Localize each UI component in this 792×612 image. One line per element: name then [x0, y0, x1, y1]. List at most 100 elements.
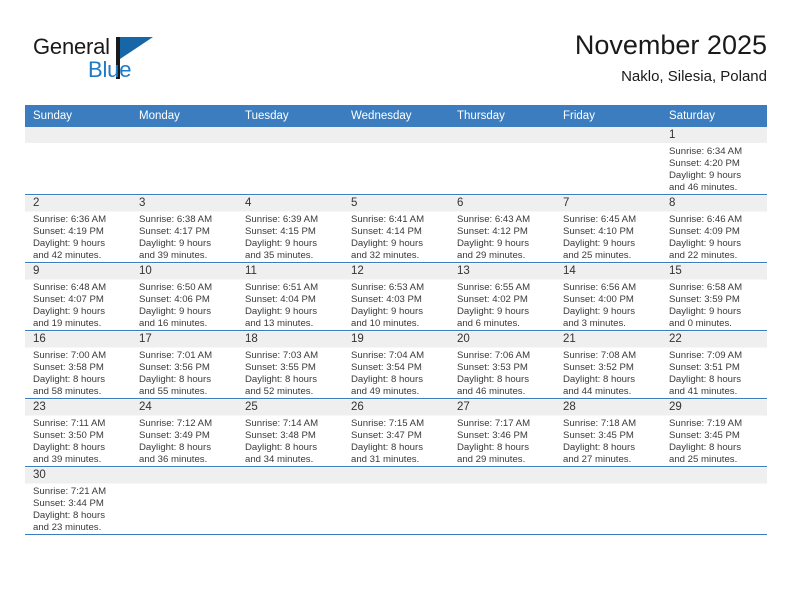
calendar-day-cell[interactable]: 24 Sunrise: 7:12 AM Sunset: 3:49 PM Dayligh… — [131, 398, 237, 467]
calendar-day-cell[interactable]: 16 Sunrise: 7:00 AM Sunset: 3:58 PM Dayligh… — [25, 330, 131, 399]
day-details: Sunrise: 7:08 AM Sunset: 3:52 PM Daylight:… — [555, 347, 661, 398]
calendar-day-cell[interactable]: 26 Sunrise: 7:15 AM Sunset: 3:47 PM Dayligh… — [343, 398, 449, 467]
calendar-day-cell[interactable]: 1 Sunrise: 6:34 AM Sunset: 4:20 PM Daylight… — [661, 127, 767, 195]
day-detail-line: Daylight: 8 hours — [33, 510, 105, 521]
day-detail-line: Daylight: 9 hours — [139, 238, 211, 249]
location-subtitle: Naklo, Silesia, Poland — [621, 68, 767, 85]
calendar-day-cell[interactable]: 7 Sunrise: 6:45 AM Sunset: 4:10 PM Daylight… — [555, 194, 661, 263]
calendar-day-cell[interactable]: 15 Sunrise: 6:58 AM Sunset: 3:59 PM Dayligh… — [661, 262, 767, 331]
day-detail-line: Daylight: 8 hours — [245, 374, 317, 385]
day-detail-line: Sunrise: 7:08 AM — [563, 350, 637, 361]
day-detail-line: Sunset: 3:54 PM — [351, 362, 422, 373]
calendar-day-cell[interactable]: 14 Sunrise: 6:56 AM Sunset: 4:00 PM Dayligh… — [555, 262, 661, 331]
day-detail-line: Sunset: 3:52 PM — [563, 362, 634, 373]
calendar-day-cell[interactable]: 29 Sunrise: 7:19 AM Sunset: 3:45 PM Dayligh… — [661, 398, 767, 467]
day-number: 12 — [351, 265, 364, 277]
day-details: Sunrise: 6:36 AM Sunset: 4:19 PM Daylight:… — [25, 211, 131, 262]
calendar-day-cell[interactable]: 3 Sunrise: 6:38 AM Sunset: 4:17 PM Daylight… — [131, 194, 237, 263]
day-detail-line: Daylight: 8 hours — [33, 442, 105, 453]
day-details: Sunrise: 7:11 AM Sunset: 3:50 PM Daylight:… — [25, 415, 131, 466]
calendar-empty-cell — [449, 466, 555, 534]
calendar-day-cell[interactable]: 21 Sunrise: 7:08 AM Sunset: 3:52 PM Dayligh… — [555, 330, 661, 399]
day-detail-line: Sunrise: 7:04 AM — [351, 350, 425, 361]
calendar-day-cell[interactable]: 18 Sunrise: 7:03 AM Sunset: 3:55 PM Dayligh… — [237, 330, 343, 399]
day-number — [237, 467, 343, 483]
day-details: Sunrise: 6:50 AM Sunset: 4:06 PM Daylight:… — [131, 279, 237, 330]
day-number: 23 — [33, 401, 46, 413]
day-detail-line: Daylight: 9 hours — [457, 238, 529, 249]
day-details: Sunrise: 7:01 AM Sunset: 3:56 PM Daylight:… — [131, 347, 237, 398]
day-detail-line: Sunrise: 6:55 AM — [457, 282, 531, 293]
day-number: 15 — [669, 265, 682, 277]
day-detail-line: and 31 minutes. — [351, 454, 420, 465]
day-details — [343, 483, 449, 486]
calendar-day-cell[interactable]: 11 Sunrise: 6:51 AM Sunset: 4:04 PM Dayligh… — [237, 262, 343, 331]
calendar-bottom-rule — [25, 534, 767, 535]
calendar-day-cell[interactable]: 20 Sunrise: 7:06 AM Sunset: 3:53 PM Dayligh… — [449, 330, 555, 399]
brand-logo[interactable]: General Blue — [33, 34, 183, 90]
day-detail-line: and 29 minutes. — [457, 454, 526, 465]
calendar-day-cell[interactable]: 13 Sunrise: 6:55 AM Sunset: 4:02 PM Dayligh… — [449, 262, 555, 331]
page-title: November 2025 — [574, 30, 767, 60]
day-number: 17 — [139, 333, 152, 345]
calendar-day-cell[interactable]: 23 Sunrise: 7:11 AM Sunset: 3:50 PM Dayligh… — [25, 398, 131, 467]
day-detail-line: Daylight: 8 hours — [139, 442, 211, 453]
day-number — [343, 127, 449, 143]
day-details — [343, 143, 449, 146]
day-detail-line: and 42 minutes. — [33, 250, 102, 261]
calendar-day-cell[interactable]: 25 Sunrise: 7:14 AM Sunset: 3:48 PM Dayligh… — [237, 398, 343, 467]
day-details: Sunrise: 7:06 AM Sunset: 3:53 PM Daylight:… — [449, 347, 555, 398]
calendar-day-cell[interactable]: 9 Sunrise: 6:48 AM Sunset: 4:07 PM Daylight… — [25, 262, 131, 331]
day-details — [237, 143, 343, 146]
weekday-header-sunday: Sunday — [25, 105, 131, 127]
day-details: Sunrise: 6:45 AM Sunset: 4:10 PM Daylight:… — [555, 211, 661, 262]
day-details — [131, 483, 237, 486]
day-detail-line: and 34 minutes. — [245, 454, 314, 465]
day-detail-line: Sunrise: 6:46 AM — [669, 214, 743, 225]
calendar-day-cell[interactable]: 19 Sunrise: 7:04 AM Sunset: 3:54 PM Dayligh… — [343, 330, 449, 399]
day-number — [131, 467, 237, 483]
day-detail-line: Sunset: 3:45 PM — [563, 430, 634, 441]
day-number: 10 — [139, 265, 152, 277]
day-detail-line: and 58 minutes. — [33, 386, 102, 397]
calendar-day-cell[interactable]: 6 Sunrise: 6:43 AM Sunset: 4:12 PM Daylight… — [449, 194, 555, 263]
day-detail-line: Sunset: 3:50 PM — [33, 430, 104, 441]
day-details: Sunrise: 6:56 AM Sunset: 4:00 PM Daylight:… — [555, 279, 661, 330]
day-detail-line: Daylight: 9 hours — [33, 306, 105, 317]
calendar-day-cell[interactable]: 28 Sunrise: 7:18 AM Sunset: 3:45 PM Dayligh… — [555, 398, 661, 467]
calendar-day-cell[interactable]: 17 Sunrise: 7:01 AM Sunset: 3:56 PM Dayligh… — [131, 330, 237, 399]
calendar-day-cell[interactable]: 5 Sunrise: 6:41 AM Sunset: 4:14 PM Daylight… — [343, 194, 449, 263]
day-detail-line: and 29 minutes. — [457, 250, 526, 261]
day-detail-line: Sunrise: 7:11 AM — [33, 418, 106, 429]
day-detail-line: Sunset: 3:58 PM — [33, 362, 104, 373]
calendar-day-cell[interactable]: 8 Sunrise: 6:46 AM Sunset: 4:09 PM Daylight… — [661, 194, 767, 263]
calendar-week-row: 9 Sunrise: 6:48 AM Sunset: 4:07 PM Daylight… — [25, 262, 767, 331]
day-detail-line: and 44 minutes. — [563, 386, 632, 397]
weekday-header-thursday: Thursday — [449, 105, 555, 127]
day-detail-line: Sunrise: 6:43 AM — [457, 214, 531, 225]
calendar-day-cell[interactable]: 12 Sunrise: 6:53 AM Sunset: 4:03 PM Dayligh… — [343, 262, 449, 331]
calendar-day-cell[interactable]: 4 Sunrise: 6:39 AM Sunset: 4:15 PM Daylight… — [237, 194, 343, 263]
calendar-day-cell[interactable]: 10 Sunrise: 6:50 AM Sunset: 4:06 PM Dayligh… — [131, 262, 237, 331]
day-number: 26 — [351, 401, 364, 413]
day-number: 14 — [563, 265, 576, 277]
day-detail-line: and 10 minutes. — [351, 318, 420, 329]
day-detail-line: Daylight: 8 hours — [351, 442, 423, 453]
day-detail-line: and 6 minutes. — [457, 318, 520, 329]
calendar-day-cell[interactable]: 30 Sunrise: 7:21 AM Sunset: 3:44 PM Dayligh… — [25, 466, 131, 534]
day-number — [237, 127, 343, 143]
calendar-day-cell[interactable]: 2 Sunrise: 6:36 AM Sunset: 4:19 PM Daylight… — [25, 194, 131, 263]
day-detail-line: Sunrise: 6:51 AM — [245, 282, 319, 293]
day-detail-line: Sunset: 4:12 PM — [457, 226, 528, 237]
day-detail-line: Sunrise: 6:34 AM — [669, 146, 743, 157]
calendar-day-cell[interactable]: 27 Sunrise: 7:17 AM Sunset: 3:46 PM Dayligh… — [449, 398, 555, 467]
day-detail-line: Sunset: 3:44 PM — [33, 498, 104, 509]
day-number — [555, 127, 661, 143]
day-detail-line: and 19 minutes. — [33, 318, 102, 329]
day-detail-line: Sunrise: 6:38 AM — [139, 214, 213, 225]
day-detail-line: and 32 minutes. — [351, 250, 420, 261]
calendar-day-cell[interactable]: 22 Sunrise: 7:09 AM Sunset: 3:51 PM Dayligh… — [661, 330, 767, 399]
day-detail-line: Daylight: 9 hours — [563, 238, 635, 249]
day-detail-line: Sunrise: 6:45 AM — [563, 214, 637, 225]
day-detail-line: Sunrise: 6:41 AM — [351, 214, 425, 225]
